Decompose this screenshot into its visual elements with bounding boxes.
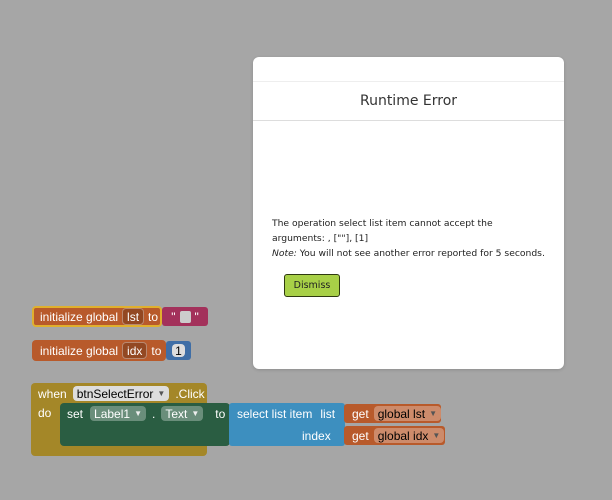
variable-name-idx[interactable]: idx <box>122 342 148 359</box>
variable-dropdown[interactable]: global lst ▼ <box>373 406 441 421</box>
get-label: get <box>352 406 369 421</box>
number-value[interactable]: 1 <box>172 344 185 358</box>
dropdown-caret-icon: ▼ <box>157 389 166 398</box>
number-block[interactable]: 1 <box>166 341 191 360</box>
variable-name-lst[interactable]: lst <box>122 308 145 325</box>
component-dropdown[interactable]: btnSelectError ▼ <box>72 386 170 401</box>
init-global-label: initialize global <box>40 343 119 358</box>
close-quote: " <box>194 309 199 324</box>
select-list-item-header: select list item list <box>237 405 335 422</box>
variable-name: global idx <box>377 428 429 443</box>
to-label: to <box>148 309 159 324</box>
dialog-title: Runtime Error <box>253 81 564 121</box>
runtime-error-dialog: Runtime Error The operation select list … <box>253 57 564 369</box>
dropdown-caret-icon: ▼ <box>429 409 437 418</box>
init-global-idx-block[interactable]: initialize global idx to <box>32 340 166 361</box>
component-name: btnSelectError <box>76 386 154 401</box>
dot-separator: . <box>151 406 156 421</box>
select-list-item-label: select list item <box>237 406 313 421</box>
variable-name: global lst <box>377 406 426 421</box>
when-label: when <box>38 386 67 401</box>
to-label: to <box>215 406 226 421</box>
note-line: Note: You will not see another error rep… <box>272 247 554 262</box>
dropdown-caret-icon: ▼ <box>191 409 200 418</box>
empty-text-block[interactable]: " " <box>162 307 208 326</box>
init-global-label: initialize global <box>40 309 119 324</box>
to-label: to <box>151 343 162 358</box>
event-name: .Click <box>175 386 205 401</box>
property-name: Text <box>165 406 188 421</box>
get-global-idx-block[interactable]: get global idx ▼ <box>344 426 445 445</box>
dismiss-button[interactable]: Dismiss <box>284 274 340 297</box>
note-text: You will not see another error reported … <box>296 247 545 259</box>
text-input[interactable] <box>179 310 191 323</box>
message-line-1: The operation select list item cannot ac… <box>272 218 493 229</box>
target-component-dropdown[interactable]: Label1 ▼ <box>90 406 146 421</box>
list-socket-label: list <box>320 406 336 421</box>
open-quote: " <box>171 309 176 324</box>
get-global-lst-block[interactable]: get global lst ▼ <box>344 404 441 423</box>
target-component-name: Label1 <box>94 406 131 421</box>
do-label-wrap: do <box>38 405 51 421</box>
index-row: index <box>302 427 331 444</box>
init-global-lst-block[interactable]: initialize global lst to <box>32 306 162 327</box>
do-label: do <box>38 406 52 420</box>
set-property-header: set Label1 ▼ . Text ▼ to <box>67 405 225 422</box>
get-label: get <box>352 428 369 443</box>
dialog-message: The operation select list item cannot ac… <box>272 217 554 261</box>
dropdown-caret-icon: ▼ <box>134 409 142 418</box>
message-line-2: arguments: , [""], [1] <box>272 232 369 244</box>
dropdown-caret-icon: ▼ <box>432 431 441 440</box>
event-header: when btnSelectError ▼ .Click <box>38 385 205 402</box>
property-dropdown[interactable]: Text ▼ <box>161 406 204 421</box>
index-socket-label: index <box>302 428 331 443</box>
set-label: set <box>67 406 84 421</box>
note-label: Note: <box>272 247 297 259</box>
variable-dropdown[interactable]: global idx ▼ <box>373 428 445 443</box>
